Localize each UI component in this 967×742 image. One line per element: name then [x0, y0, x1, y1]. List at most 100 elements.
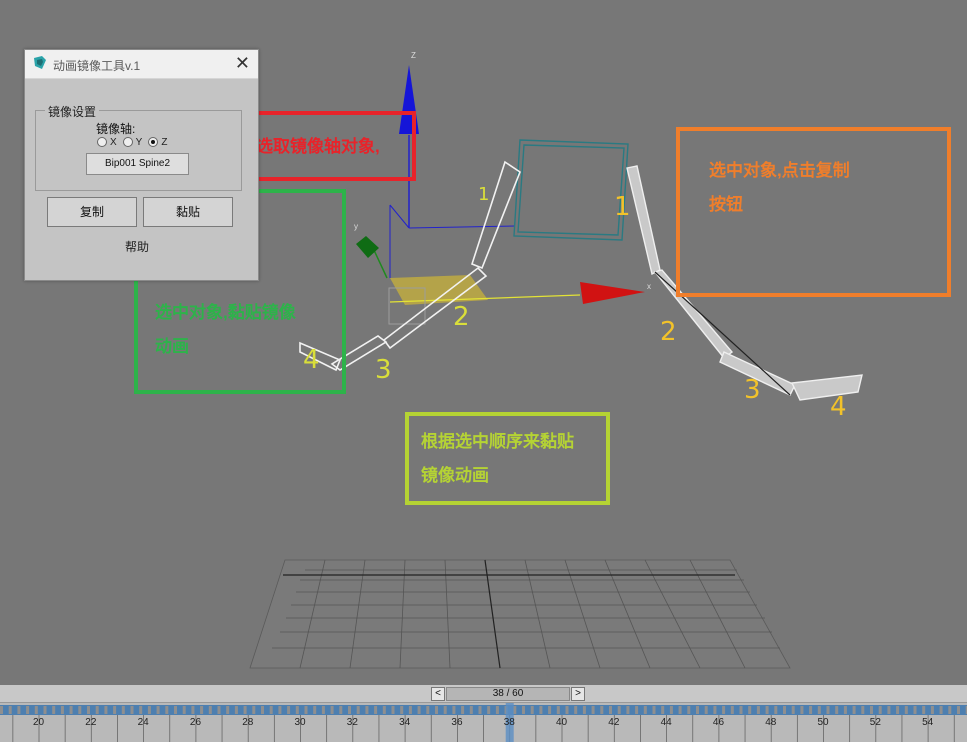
keyframe-marker: [669, 706, 673, 714]
keyframe-marker: [391, 706, 395, 714]
keyframe-marker: [217, 706, 221, 714]
keyframe-marker: [939, 706, 943, 714]
keyframe-marker: [878, 706, 882, 714]
annotation-red-text: 选取镜像轴对象,: [256, 137, 380, 156]
radio-axis-z[interactable]: Z: [148, 137, 167, 148]
keyframe-marker: [835, 706, 839, 714]
next-frame-button[interactable]: >: [571, 687, 585, 701]
keyframe-marker: [8, 706, 12, 714]
svg-text:2: 2: [660, 317, 677, 347]
axis-label: 镜像轴:: [96, 122, 136, 136]
keyframe-marker: [469, 706, 473, 714]
spine-box[interactable]: [513, 139, 629, 241]
keyframe-marker: [591, 706, 595, 714]
keyframe-marker: [234, 706, 238, 714]
keyframe-marker: [208, 706, 212, 714]
keyframe-marker: [843, 706, 847, 714]
keyframe-marker: [661, 706, 665, 714]
svg-text:y: y: [354, 222, 358, 231]
timeline: < 38 / 60 > 20 22 24 26 28 30 32 34 36 38 40 42 44 46…: [0, 685, 967, 742]
timeline-tick-label: 42: [608, 717, 620, 728]
timeline-tick-label: 22: [85, 717, 97, 728]
app-icon: [34, 56, 46, 69]
timeline-tick-label: 54: [922, 717, 934, 728]
svg-text:3: 3: [375, 355, 392, 385]
keyframe-marker: [339, 706, 343, 714]
keyframe-marker: [17, 706, 21, 714]
keyframe-marker: [713, 706, 717, 714]
keyframe-marker: [739, 706, 743, 714]
keyframe-marker: [304, 706, 308, 714]
help-link[interactable]: 帮助: [125, 238, 149, 255]
keyframe-marker: [809, 706, 813, 714]
svg-text:x: x: [647, 282, 651, 291]
keyframe-marker: [200, 706, 204, 714]
frame-slider-bar[interactable]: < 38 / 60 >: [0, 685, 967, 703]
keyframe-marker: [600, 706, 604, 714]
radio-axis-y[interactable]: Y: [122, 137, 142, 148]
keyframe-marker: [278, 706, 282, 714]
keyframe-marker: [121, 706, 125, 714]
timeline-tick-label: 32: [346, 717, 358, 728]
svg-text:1: 1: [478, 184, 489, 205]
keyframe-marker: [252, 706, 256, 714]
timeline-tick-label: 50: [817, 717, 829, 728]
transform-gizmo[interactable]: Z y x: [354, 51, 651, 325]
annotation-orange-text: 选中对象,点击复制 按钮: [709, 161, 850, 214]
dialog-title: 动画镜像工具v.1: [53, 59, 141, 73]
radio-axis-x[interactable]: X: [97, 137, 117, 148]
timeline-tick-label: 48: [765, 717, 777, 728]
keyframe-marker: [226, 706, 230, 714]
keyframe-marker: [696, 706, 699, 714]
keyframe-marker: [0, 706, 3, 714]
svg-text:2: 2: [453, 302, 470, 332]
keyframe-marker: [365, 706, 369, 714]
keyframe-marker: [313, 706, 317, 714]
keyframe-marker: [574, 706, 578, 714]
keyframe-marker: [174, 706, 177, 714]
keyframe-marker: [774, 706, 778, 714]
frame-counter[interactable]: 38 / 60: [446, 687, 570, 701]
copy-button[interactable]: 复制: [47, 197, 137, 227]
keyframe-marker: [113, 706, 117, 714]
keyframe-marker: [948, 706, 952, 714]
keyframe-marker: [243, 706, 247, 714]
keyframe-marker: [104, 706, 108, 714]
timeline-tick-label: 24: [137, 717, 149, 728]
keyframe-marker: [426, 706, 430, 714]
keyframe-marker: [800, 706, 804, 714]
keyframe-marker: [783, 706, 786, 714]
keyframe-marker: [330, 706, 334, 714]
close-icon[interactable]: ✕: [235, 53, 250, 73]
keyframe-marker: [130, 706, 134, 714]
pick-axis-object-button[interactable]: Bip001 Spine2: [86, 153, 189, 175]
keyframe-marker: [652, 706, 656, 714]
keyframe-marker: [817, 706, 821, 714]
keyframe-marker: [435, 706, 438, 714]
keyframe-marker: [52, 706, 56, 714]
prev-frame-button[interactable]: <: [431, 687, 445, 701]
keyframe-marker: [147, 706, 151, 714]
timeline-tick-label: 46: [712, 717, 725, 728]
keyframe-marker: [617, 706, 621, 714]
ground-grid: [249, 559, 791, 669]
keyframe-marker: [295, 706, 299, 714]
keyframe-marker: [609, 706, 612, 714]
paste-button[interactable]: 黏贴: [143, 197, 233, 227]
keyframe-marker: [348, 706, 351, 714]
keyframe-marker: [678, 706, 682, 714]
keyframe-marker: [495, 706, 499, 714]
annotation-green-text: 选中对象,黏贴镜像 动画: [155, 303, 296, 356]
keyframe-marker: [826, 706, 830, 714]
keyframe-marker: [582, 706, 586, 714]
keyframe-marker: [400, 706, 404, 714]
keyframe-marker: [408, 706, 412, 714]
keyframe-marker: [887, 706, 891, 714]
keyframe-marker: [269, 706, 273, 714]
keyframe-marker: [60, 706, 64, 714]
dialog-titlebar[interactable]: 动画镜像工具v.1 ✕: [25, 50, 258, 79]
keyframe-marker: [957, 706, 960, 714]
timeline-track[interactable]: 20 22 24 26 28 30 32 34 36 38 40 42 44 46 48 50 52 54: [0, 703, 967, 742]
keyframe-marker: [478, 706, 482, 714]
keyframe-marker: [626, 706, 630, 714]
